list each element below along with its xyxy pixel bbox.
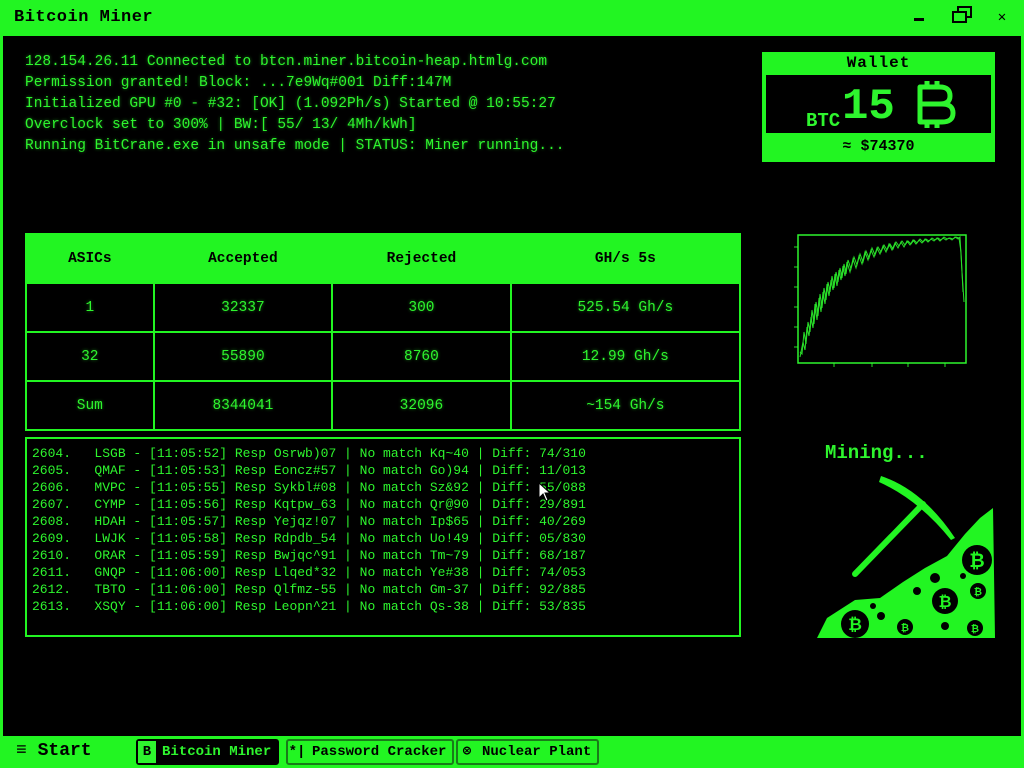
col-rejected: Rejected	[331, 233, 512, 284]
wallet-panel: Wallet BTC 15 ≈ $74370	[762, 52, 995, 162]
cell-accepted: 55890	[152, 331, 334, 382]
taskbar-button-label: Nuclear Plant	[482, 744, 592, 760]
console-line: Running BitCrane.exe in unsafe mode | ST…	[25, 138, 565, 154]
window-title: Bitcoin Miner	[14, 8, 154, 27]
col-accepted: Accepted	[152, 233, 334, 284]
taskbar: ≡ Start B Bitcoin Miner *| Password Crac…	[0, 736, 1024, 768]
console-line: 128.154.26.11 Connected to btcn.miner.bi…	[25, 54, 548, 70]
col-ghs: GH/s 5s	[509, 233, 742, 284]
cell-rejected: 300	[331, 282, 512, 333]
cell-asics: 32	[25, 331, 155, 382]
restore-icon[interactable]	[950, 6, 974, 30]
share-log[interactable]: 2604. LSGB - [11:05:52] Resp Osrwb)07 | …	[25, 437, 741, 637]
log-row: 2608. HDAH - [11:05:57] Resp Yejqz!07 | …	[32, 514, 586, 529]
svg-text:₿: ₿	[969, 551, 984, 572]
pickaxe-bitcoin-pile-icon: ₿ ₿ ₿ ₿ ₿ ₿	[817, 476, 995, 638]
cell-accepted: 32337	[152, 282, 334, 333]
log-row: 2605. QMAF - [11:05:53] Resp Eoncz#57 | …	[32, 463, 586, 478]
title-bar: Bitcoin Miner ✕	[0, 0, 1024, 36]
console-line: Overclock set to 300% | BW:[ 55/ 13/ 4Mh…	[25, 117, 417, 133]
stats-table: ASICs Accepted Rejected GH/s 5s 1 32337 …	[25, 233, 742, 431]
hashrate-sparkline	[794, 234, 967, 367]
log-row: 2610. ORAR - [11:05:59] Resp Bwjqc^91 | …	[32, 548, 586, 563]
log-row: 2612. TBTO - [11:06:00] Resp Qlfmz-55 | …	[32, 582, 586, 597]
cell-ghs: ~154 Gh/s	[509, 380, 742, 431]
taskbar-button-label: Bitcoin Miner	[162, 744, 272, 760]
wallet-usd-value: ≈ $74370	[842, 138, 915, 155]
nuclear-plant-icon: ⊗	[462, 744, 472, 760]
console-line: Initialized GPU #0 - #32: [OK] (1.092Ph/…	[25, 96, 556, 112]
taskbar-password-cracker[interactable]: *| Password Cracker	[286, 739, 455, 765]
stats-header-row: ASICs Accepted Rejected GH/s 5s	[25, 233, 742, 284]
close-icon[interactable]: ✕	[990, 6, 1014, 30]
taskbar-bitcoin-miner[interactable]: B Bitcoin Miner	[136, 739, 280, 765]
wallet-amount: 15	[842, 82, 895, 132]
svg-text:₿: ₿	[971, 623, 979, 635]
taskbar-nuclear-plant[interactable]: ⊗ Nuclear Plant	[456, 739, 600, 765]
log-fade	[27, 615, 739, 635]
cell-asics: Sum	[25, 380, 155, 431]
cell-asics: 1	[25, 282, 155, 333]
svg-text:₿: ₿	[901, 622, 909, 634]
log-row: 2609. LWJK - [11:05:58] Resp Rdpdb_54 | …	[32, 531, 586, 546]
cell-rejected: 32096	[331, 380, 512, 431]
taskbar-button-label: Password Cracker	[312, 744, 447, 760]
svg-text:₿: ₿	[974, 586, 982, 598]
console-line: Permission granted! Block: ...7e9Wq#001 …	[25, 75, 452, 91]
svg-text:₿: ₿	[848, 615, 862, 634]
log-row: 2613. XSQY - [11:06:00] Resp Leopn^21 | …	[32, 599, 586, 614]
mouse-cursor-icon	[538, 482, 552, 502]
wallet-title: Wallet	[846, 54, 911, 72]
cell-accepted: 8344041	[152, 380, 334, 431]
cell-rejected: 8760	[331, 331, 512, 382]
log-row: 2606. MVPC - [11:05:55] Resp Sykbl#08 | …	[32, 480, 586, 495]
mining-status: Mining...	[825, 442, 928, 464]
col-asics: ASICs	[25, 233, 155, 284]
wallet-balance: BTC 15	[766, 75, 991, 133]
cell-ghs: 525.54 Gh/s	[509, 282, 742, 333]
bitcoin-miner-icon: B	[138, 741, 156, 763]
log-row: 2611. GNQP - [11:06:00] Resp Llqed*32 | …	[32, 565, 586, 580]
table-row: 32 55890 8760 12.99 Gh/s	[25, 331, 742, 382]
log-row: 2607. CYMP - [11:05:56] Resp Kqtpw_63 | …	[32, 497, 586, 512]
table-row: Sum 8344041 32096 ~154 Gh/s	[25, 380, 742, 431]
cell-ghs: 12.99 Gh/s	[509, 331, 742, 382]
start-button[interactable]: ≡ Start	[16, 741, 92, 761]
wallet-currency: BTC	[806, 110, 841, 132]
console-output: 128.154.26.11 Connected to btcn.miner.bi…	[25, 52, 565, 157]
log-row: 2604. LSGB - [11:05:52] Resp Osrwb)07 | …	[32, 446, 586, 461]
bitcoin-icon	[917, 81, 956, 128]
table-row: 1 32337 300 525.54 Gh/s	[25, 282, 742, 333]
password-cracker-icon: *|	[288, 744, 306, 760]
svg-text:₿: ₿	[938, 593, 951, 611]
minimize-icon[interactable]	[908, 6, 932, 30]
